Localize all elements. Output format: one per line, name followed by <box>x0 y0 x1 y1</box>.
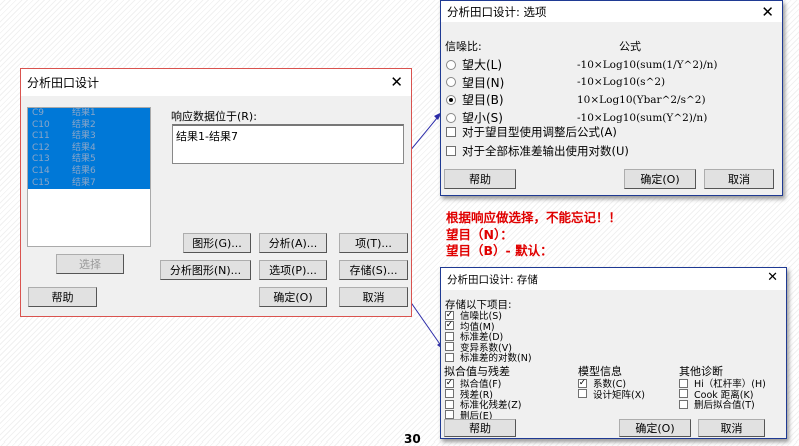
variable-list[interactable]: C9 结果1 C10 结果2 C11 结果3 C12 结果4 C13 结果5 C14 结果6 C15 结果… <box>27 107 151 247</box>
column-name: 结果3 <box>72 131 96 142</box>
checkbox-icon[interactable] <box>445 352 454 362</box>
formula-label: 公式 <box>619 40 641 53</box>
column-name: 结果6 <box>72 165 96 176</box>
formula-text: 10×Log10(Ybar^2/s^2) <box>577 93 706 106</box>
dialog-title-bar: 分析田口设计: 存储 ✕ <box>441 268 786 290</box>
main-dialog: 分析田口设计 ✕ C9 结果1 C10 结果2 C11 结果3 C12 结果4 C13 结果5 C1… <box>20 68 412 317</box>
column-name: 结果1 <box>72 108 96 118</box>
formula-text: -10×Log10(s^2) <box>577 76 666 89</box>
dialog-title: 分析田口设计: 存储 <box>447 273 538 286</box>
column-id: C15 <box>32 177 50 188</box>
column-id: C9 <box>32 108 45 118</box>
option-checkbox[interactable]: 对于望目型使用调整后公式(A) <box>446 124 617 140</box>
list-item[interactable]: C15 结果7 <box>28 178 150 190</box>
checkbox-icon[interactable] <box>679 399 688 409</box>
radio-label: 望大(L) <box>462 58 503 72</box>
column-id: C12 <box>32 142 50 153</box>
ok-button[interactable]: 确定(O) <box>624 169 696 189</box>
list-item[interactable]: C13 结果5 <box>28 154 150 166</box>
help-button[interactable]: 帮助 <box>28 287 97 307</box>
checkbox-label: 删后拟合值(T) <box>694 400 755 412</box>
close-icon[interactable]: ✕ <box>390 73 403 91</box>
list-item[interactable]: C11 结果3 <box>28 131 150 143</box>
option-checkbox[interactable]: 对于全部标准差输出使用对数(U) <box>446 143 629 159</box>
dialog-title-bar: 分析田口设计 ✕ <box>21 69 411 96</box>
sn-radio-option[interactable]: 望目(N) -10×Log10(s^2) <box>446 74 776 91</box>
response-label: 响应数据位于(R): <box>171 110 257 123</box>
annotation-line3: 望目（B）- 默认： <box>446 243 553 258</box>
radio-label: 望目(B) <box>462 93 504 108</box>
column-name: 结果7 <box>72 177 96 188</box>
list-item[interactable]: C14 结果6 <box>28 166 150 178</box>
response-input[interactable]: 结果1-结果7 <box>172 124 404 164</box>
formula-text: -10×Log10(sum(1/Y^2)/n) <box>577 58 718 71</box>
terms-button[interactable]: 项(T)... <box>339 233 408 253</box>
help-button[interactable]: 帮助 <box>444 169 516 189</box>
storage-checkbox[interactable]: 设计矩阵(X) <box>578 387 645 401</box>
help-button[interactable]: 帮助 <box>444 419 516 437</box>
list-item[interactable]: C9 结果1 <box>28 108 150 120</box>
options-dialog: 分析田口设计: 选项 ✕ 信噪比: 公式 望大(L) -10×Log10(sum(… <box>440 0 783 196</box>
list-item[interactable]: C12 结果4 <box>28 143 150 155</box>
formula-text: -10×Log10(sum(Y^2)/n) <box>577 111 708 124</box>
column-name: 结果2 <box>72 119 96 130</box>
column-id: C10 <box>32 119 50 130</box>
cancel-button[interactable]: 取消 <box>339 287 408 307</box>
dialog-title: 分析田口设计: 选项 <box>447 4 547 19</box>
graphs-button[interactable]: 图形(G)... <box>183 233 251 253</box>
radio-icon[interactable] <box>446 59 456 70</box>
column-name: 结果5 <box>72 154 96 165</box>
column-id: C11 <box>32 131 50 142</box>
select-button[interactable]: 选择 <box>56 254 124 274</box>
close-icon[interactable]: ✕ <box>761 3 774 21</box>
radio-icon[interactable] <box>446 94 456 105</box>
checkbox-label: 设计矩阵(X) <box>593 389 645 401</box>
storage-checkbox[interactable]: 删后拟合值(T) <box>679 397 755 411</box>
ok-button[interactable]: 确定(O) <box>619 419 691 437</box>
column-id: C13 <box>32 154 50 165</box>
sn-radio-option[interactable]: 望目(B) 10×Log10(Ybar^2/s^2) <box>446 91 776 108</box>
dialog-title-bar: 分析田口设计: 选项 ✕ <box>441 1 782 22</box>
storage-button[interactable]: 存储(S)... <box>339 260 408 280</box>
ok-button[interactable]: 确定(O) <box>259 287 327 307</box>
storage-dialog: 分析田口设计: 存储 ✕ 存储以下项目: ✓ 信噪比(S) ✓ 均值(M) 标准差(D)… <box>440 267 787 439</box>
sn-label: 信噪比: <box>445 40 482 53</box>
analysis-graphs-button[interactable]: 分析图形(N)... <box>160 260 251 280</box>
radio-icon[interactable] <box>446 112 456 123</box>
radio-icon[interactable] <box>446 77 456 88</box>
checkbox-label: 对于望目型使用调整后公式(A) <box>462 125 617 139</box>
checkbox-label: 对于全部标准差输出使用对数(U) <box>462 144 629 158</box>
sn-radio-option[interactable]: 望大(L) -10×Log10(sum(1/Y^2)/n) <box>446 56 776 73</box>
checkbox-icon[interactable] <box>446 146 456 156</box>
options-button[interactable]: 选项(P)... <box>259 260 327 280</box>
list-item[interactable]: C10 结果2 <box>28 120 150 132</box>
radio-label: 望目(N) <box>462 75 505 90</box>
column-name: 结果4 <box>72 142 96 153</box>
cancel-button[interactable]: 取消 <box>698 419 765 437</box>
checkbox-icon[interactable] <box>446 127 456 137</box>
column-id: C14 <box>32 165 50 176</box>
checkbox-icon[interactable] <box>578 389 587 399</box>
close-icon[interactable]: ✕ <box>767 270 778 285</box>
cancel-button[interactable]: 取消 <box>704 169 774 189</box>
page-number: 30 <box>404 432 421 446</box>
analysis-button[interactable]: 分析(A)... <box>259 233 327 253</box>
checkbox-icon[interactable] <box>445 410 454 420</box>
dialog-title: 分析田口设计 <box>27 76 100 90</box>
